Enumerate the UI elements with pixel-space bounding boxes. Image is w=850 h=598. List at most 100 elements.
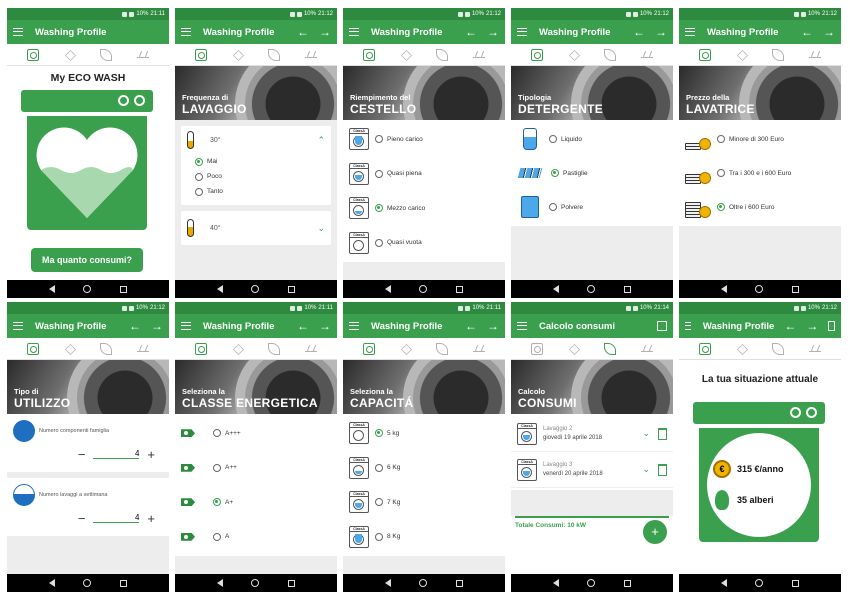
tab-pulse-icon[interactable] (472, 51, 485, 58)
menu-icon[interactable] (517, 322, 527, 330)
nav-recent-icon[interactable] (791, 579, 799, 587)
back-arrow-icon[interactable]: ← (801, 26, 813, 38)
menu-icon[interactable] (685, 28, 695, 36)
save-icon[interactable] (828, 321, 835, 331)
list-item[interactable]: Tra i 300 e i 600 Euro (679, 156, 841, 190)
back-arrow-icon[interactable]: ← (465, 26, 477, 38)
tab-pulse-icon[interactable] (472, 345, 485, 352)
tab-pulse-icon[interactable] (808, 51, 821, 58)
nav-home-icon[interactable] (251, 579, 260, 587)
number-field[interactable]: 4 (93, 449, 140, 459)
list-item[interactable]: Liquido (511, 122, 673, 156)
nav-back-icon[interactable] (721, 579, 728, 587)
nav-home-icon[interactable] (755, 285, 764, 293)
tab-washer-icon[interactable] (195, 48, 208, 61)
forward-arrow-icon[interactable]: → (487, 26, 499, 38)
forward-arrow-icon[interactable]: → (319, 320, 331, 332)
nav-back-icon[interactable] (385, 579, 392, 587)
tab-washer-icon[interactable] (531, 48, 544, 61)
tab-washer-icon[interactable] (363, 48, 376, 61)
nav-back-icon[interactable] (49, 285, 56, 293)
list-item[interactable]: ClassA Mezzo carico (343, 191, 505, 226)
radio-button[interactable] (717, 169, 725, 177)
menu-icon[interactable] (13, 322, 23, 330)
nav-recent-icon[interactable] (455, 285, 463, 293)
radio-button[interactable] (717, 203, 725, 211)
tab-pulse-icon[interactable] (304, 51, 317, 58)
back-arrow-icon[interactable]: ← (633, 26, 645, 38)
nav-back-icon[interactable] (217, 285, 224, 293)
radio-button[interactable] (375, 498, 383, 507)
tab-leaf-icon[interactable] (268, 342, 281, 355)
tab-network-icon[interactable] (736, 49, 748, 61)
nav-recent-icon[interactable] (623, 285, 631, 293)
list-item[interactable]: A (175, 519, 337, 554)
nav-home-icon[interactable] (587, 579, 596, 587)
tab-washer-icon[interactable] (699, 342, 712, 355)
radio-button[interactable] (213, 498, 221, 507)
nav-home-icon[interactable] (419, 285, 428, 293)
radio-button[interactable] (195, 157, 203, 166)
radio-button[interactable] (213, 532, 221, 541)
tab-leaf-icon[interactable] (436, 342, 449, 355)
radio-button[interactable] (549, 135, 557, 143)
nav-home-icon[interactable] (419, 579, 428, 587)
tab-leaf-icon[interactable] (772, 342, 785, 355)
nav-home-icon[interactable] (251, 285, 260, 293)
tab-leaf-icon[interactable] (772, 48, 785, 61)
tab-washer-icon[interactable] (27, 48, 40, 61)
trash-icon[interactable] (658, 427, 667, 440)
nav-back-icon[interactable] (721, 285, 728, 293)
tab-network-icon[interactable] (568, 49, 580, 61)
nav-recent-icon[interactable] (287, 579, 295, 587)
nav-home-icon[interactable] (755, 579, 764, 587)
nav-back-icon[interactable] (553, 579, 560, 587)
list-item[interactable]: ClassA 6 Kg (343, 450, 505, 485)
tab-network-icon[interactable] (736, 343, 748, 355)
radio-button[interactable] (213, 429, 221, 438)
radio-button[interactable] (717, 135, 725, 143)
radio-button[interactable] (195, 172, 203, 181)
back-arrow-icon[interactable]: ← (129, 320, 141, 332)
list-item[interactable]: ClassA 7 Kg (343, 485, 505, 520)
forward-arrow-icon[interactable]: → (151, 320, 163, 332)
radio-button[interactable] (549, 203, 557, 211)
chevron-down-icon[interactable]: ⌄ (642, 428, 650, 439)
tab-network-icon[interactable] (64, 49, 76, 61)
chevron-down-icon[interactable]: ⌄ (317, 223, 325, 234)
plus-button[interactable]: + (147, 447, 155, 462)
radio-button[interactable] (551, 169, 559, 177)
tab-network-icon[interactable] (400, 49, 412, 61)
tab-pulse-icon[interactable] (136, 345, 149, 352)
tab-pulse-icon[interactable] (640, 345, 653, 352)
nav-recent-icon[interactable] (119, 285, 127, 293)
menu-icon[interactable] (517, 28, 527, 36)
forward-arrow-icon[interactable]: → (806, 320, 818, 332)
add-button[interactable]: + (643, 520, 667, 544)
radio-button[interactable] (375, 204, 383, 213)
consumption-button[interactable]: Ma quanto consumi? (31, 248, 143, 272)
back-arrow-icon[interactable]: ← (784, 320, 796, 332)
list-item[interactable]: ClassA Lavaggio 3 venerdì 20 aprile 2018 ⌄ (511, 452, 673, 488)
list-item[interactable]: A+++ (175, 416, 337, 451)
tab-pulse-icon[interactable] (304, 345, 317, 352)
tab-pulse-icon[interactable] (136, 51, 149, 58)
trash-icon[interactable] (658, 463, 667, 476)
nav-recent-icon[interactable] (119, 579, 127, 587)
tab-network-icon[interactable] (400, 343, 412, 355)
list-item[interactable]: ClassA Quasi piena (343, 156, 505, 191)
minus-button[interactable]: − (78, 511, 86, 526)
list-item[interactable]: Oltre i 600 Euro (679, 190, 841, 224)
nav-recent-icon[interactable] (455, 579, 463, 587)
save-icon[interactable] (657, 321, 667, 331)
tab-washer-icon[interactable] (699, 48, 712, 61)
radio-button[interactable] (213, 463, 221, 472)
back-arrow-icon[interactable]: ← (297, 26, 309, 38)
menu-icon[interactable] (685, 322, 691, 330)
list-item[interactable]: ClassA 8 Kg (343, 519, 505, 554)
tab-leaf-icon[interactable] (100, 342, 113, 355)
tab-network-icon[interactable] (232, 49, 244, 61)
menu-icon[interactable] (181, 28, 191, 36)
list-item[interactable]: Minore di 300 Euro (679, 122, 841, 156)
radio-button[interactable] (375, 238, 383, 247)
